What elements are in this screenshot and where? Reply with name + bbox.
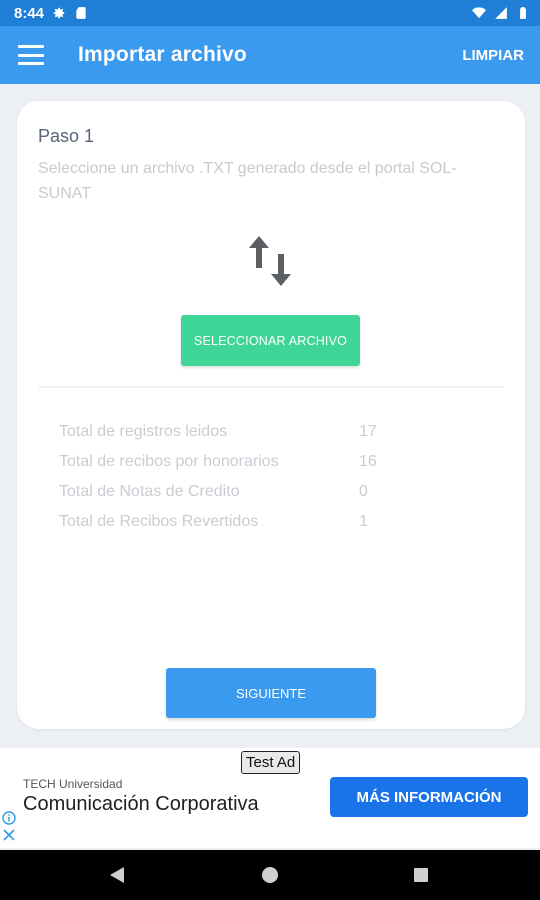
stat-label: Total de Recibos Revertidos	[59, 513, 259, 530]
status-time: 8:44	[14, 4, 45, 22]
sd-card-icon	[76, 7, 86, 19]
signal-icon	[495, 7, 507, 19]
step-description: Seleccione un archivo .TXT generado desd…	[38, 160, 457, 202]
home-icon[interactable]	[262, 867, 278, 883]
status-left: 8:44	[14, 5, 88, 22]
next-button[interactable]: SIGUIENTE	[166, 668, 376, 718]
wifi-icon	[472, 7, 486, 19]
stat-label: Total de registros leidos	[59, 423, 228, 440]
stat-value: 1	[359, 513, 368, 530]
status-bar: 8:44	[0, 0, 540, 26]
test-ad-badge: Test Ad	[241, 751, 301, 774]
battery-icon	[520, 7, 526, 19]
info-icon[interactable]	[2, 811, 16, 825]
hamburger-menu-icon[interactable]	[18, 45, 44, 65]
step-title: Paso 1	[38, 126, 95, 146]
stat-label: Total de Notas de Credito	[59, 483, 240, 500]
system-nav-bar	[0, 850, 540, 900]
stat-row-reverted-receipts: Total de Recibos Revertidos 1	[59, 507, 419, 537]
ad-banner[interactable]: Test Ad TECH Universidad Comunicación Co…	[0, 748, 540, 848]
select-file-button[interactable]: SELECCIONAR ARCHIVO	[181, 315, 360, 366]
clear-button[interactable]: LIMPIAR	[454, 39, 532, 72]
back-icon[interactable]	[108, 866, 126, 884]
status-right	[472, 6, 530, 20]
import-card: Paso 1 Seleccione un archivo .TXT genera…	[17, 101, 525, 729]
divider	[38, 386, 504, 388]
gear-icon	[53, 7, 65, 19]
recents-icon[interactable]	[414, 868, 428, 882]
close-icon[interactable]	[2, 828, 16, 842]
ad-headline[interactable]: Comunicación Corporativa	[23, 793, 259, 816]
ad-advertiser: TECH Universidad	[23, 777, 123, 791]
stat-row-fee-receipts: Total de recibos por honorarios 16	[59, 447, 419, 477]
stat-row-records-read: Total de registros leidos 17	[59, 417, 419, 447]
page-title: Importar archivo	[78, 43, 247, 66]
swap-vertical-icon	[249, 236, 291, 286]
stat-value: 17	[359, 423, 377, 440]
app-bar: Importar archivo LIMPIAR	[0, 26, 540, 84]
stat-value: 0	[359, 483, 368, 500]
stat-value: 16	[359, 453, 377, 470]
stats-list: Total de registros leidos 17 Total de re…	[59, 417, 419, 537]
ad-cta-button[interactable]: MÁS INFORMACIÓN	[330, 777, 528, 817]
stat-label: Total de recibos por honorarios	[59, 453, 279, 470]
stat-row-credit-notes: Total de Notas de Credito 0	[59, 477, 419, 507]
